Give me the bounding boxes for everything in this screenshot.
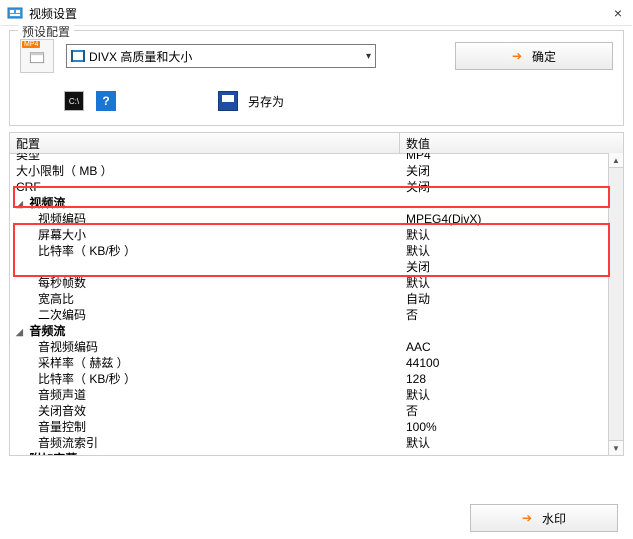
group-label: 视频流: [29, 196, 65, 210]
row-value[interactable]: 128: [400, 371, 609, 387]
row-value[interactable]: 100%: [400, 419, 609, 435]
watermark-button[interactable]: ➔ 水印: [470, 504, 618, 532]
row-label: 比特率（ KB/秒 ）: [10, 243, 400, 259]
group-label: 音频流: [29, 324, 65, 338]
preset-select-text: DIVX 高质量和大小: [89, 48, 366, 65]
row-value[interactable]: 默认: [400, 387, 609, 403]
grid-row[interactable]: 音视频编码AAC: [10, 339, 609, 355]
row-label: 宽高比: [10, 291, 400, 307]
grid-row[interactable]: 音频声道默认: [10, 387, 609, 403]
caret-icon: ◢: [16, 196, 26, 212]
grid-row[interactable]: 比特率（ KB/秒 ）128: [10, 371, 609, 387]
row-value[interactable]: 默认: [400, 435, 609, 451]
grid-row[interactable]: 比特率（ KB/秒 ）默认: [10, 243, 609, 259]
grid-header: 配置 数值: [10, 133, 623, 154]
row-label: 屏幕大小: [10, 227, 400, 243]
caret-icon: ◢: [16, 324, 26, 340]
property-grid: 配置 数值 类型MP4大小限制（ MB ）关闭CRF关闭◢ 视频流视频编码MPE…: [9, 132, 624, 456]
film-icon: [71, 50, 85, 62]
caret-icon: ◢: [16, 452, 26, 455]
window-title: 视频设置: [29, 5, 610, 22]
grid-row[interactable]: 关闭音效否: [10, 403, 609, 419]
row-label: 音频流索引: [10, 435, 400, 451]
row-label: 音频声道: [10, 387, 400, 403]
row-label: 二次编码: [10, 307, 400, 323]
row-value[interactable]: [400, 323, 609, 339]
titlebar: 视频设置 ×: [1, 1, 632, 26]
row-value[interactable]: 默认: [400, 227, 609, 243]
save-as-group: 另存为: [218, 91, 284, 111]
scrollbar[interactable]: ▲ ▼: [608, 153, 623, 455]
row-label: 每秒帧数: [10, 275, 400, 291]
row-value[interactable]: [400, 451, 609, 455]
grid-body[interactable]: 类型MP4大小限制（ MB ）关闭CRF关闭◢ 视频流视频编码MPEG4(Div…: [10, 153, 609, 455]
file-type-icon: MP4: [20, 39, 54, 73]
console-icon[interactable]: C:\: [64, 91, 84, 111]
row-label: 采样率（ 赫兹 ）: [10, 355, 400, 371]
close-button[interactable]: ×: [610, 5, 626, 21]
row-label: 音量控制: [10, 419, 400, 435]
chevron-down-icon: ▾: [366, 51, 371, 62]
row-label: 类型: [10, 153, 400, 163]
preset-fieldset: 预设配置 MP4 DIVX 高质量和大小 ▾ ➔ 确定 C:\ ? 另存为: [9, 30, 624, 126]
arrow-right-icon: ➔: [512, 49, 522, 63]
grid-row[interactable]: 类型MP4: [10, 153, 609, 163]
grid-row[interactable]: 关闭: [10, 259, 609, 275]
grid-row[interactable]: 宽高比自动: [10, 291, 609, 307]
row-value[interactable]: 默认: [400, 243, 609, 259]
ok-button-label: 确定: [532, 48, 556, 65]
row-value[interactable]: 44100: [400, 355, 609, 371]
grid-row[interactable]: 视频编码MPEG4(DivX): [10, 211, 609, 227]
ok-button[interactable]: ➔ 确定: [455, 42, 613, 70]
grid-row[interactable]: 屏幕大小默认: [10, 227, 609, 243]
grid-row[interactable]: 采样率（ 赫兹 ）44100: [10, 355, 609, 371]
row-value[interactable]: 关闭: [400, 179, 609, 195]
grid-group-row[interactable]: ◢ 附加字幕: [10, 451, 609, 455]
grid-row[interactable]: 音量控制100%: [10, 419, 609, 435]
help-icon[interactable]: ?: [96, 91, 116, 111]
row-label: 比特率（ KB/秒 ）: [10, 371, 400, 387]
file-badge: MP4: [22, 41, 40, 48]
row-label: 音视频编码: [10, 339, 400, 355]
row-value[interactable]: MPEG4(DivX): [400, 211, 609, 227]
preset-select[interactable]: DIVX 高质量和大小 ▾: [66, 44, 376, 68]
grid-row[interactable]: 二次编码否: [10, 307, 609, 323]
row-value[interactable]: [400, 195, 609, 211]
row-value[interactable]: 自动: [400, 291, 609, 307]
grid-group-row[interactable]: ◢ 视频流: [10, 195, 609, 211]
row-label: 关闭音效: [10, 403, 400, 419]
group-label: 附加字幕: [29, 452, 77, 455]
grid-row[interactable]: 大小限制（ MB ）关闭: [10, 163, 609, 179]
grid-row[interactable]: 音频流索引默认: [10, 435, 609, 451]
row-label: 大小限制（ MB ）: [10, 163, 400, 179]
row-value[interactable]: 关闭: [400, 163, 609, 179]
row-value[interactable]: MP4: [400, 153, 609, 163]
grid-row[interactable]: 每秒帧数默认: [10, 275, 609, 291]
app-icon: [7, 5, 23, 21]
row-value[interactable]: 否: [400, 307, 609, 323]
row-value[interactable]: 否: [400, 403, 609, 419]
row-label: 视频编码: [10, 211, 400, 227]
scroll-up-icon[interactable]: ▲: [609, 153, 623, 168]
save-icon[interactable]: [218, 91, 238, 111]
scroll-down-icon[interactable]: ▼: [609, 440, 623, 455]
preset-legend: 预设配置: [18, 23, 74, 40]
row-value[interactable]: AAC: [400, 339, 609, 355]
grid-row[interactable]: CRF关闭: [10, 179, 609, 195]
row-value[interactable]: 关闭: [400, 259, 609, 275]
watermark-label: 水印: [542, 510, 566, 527]
row-label: [10, 259, 400, 275]
footer: ➔ 水印: [1, 504, 632, 532]
row-value[interactable]: 默认: [400, 275, 609, 291]
grid-group-row[interactable]: ◢ 音频流: [10, 323, 609, 339]
header-config: 配置: [10, 133, 400, 153]
header-value: 数值: [400, 133, 623, 153]
save-as-label[interactable]: 另存为: [248, 93, 284, 110]
arrow-right-icon: ➔: [522, 511, 532, 525]
row-label: CRF: [10, 179, 400, 195]
